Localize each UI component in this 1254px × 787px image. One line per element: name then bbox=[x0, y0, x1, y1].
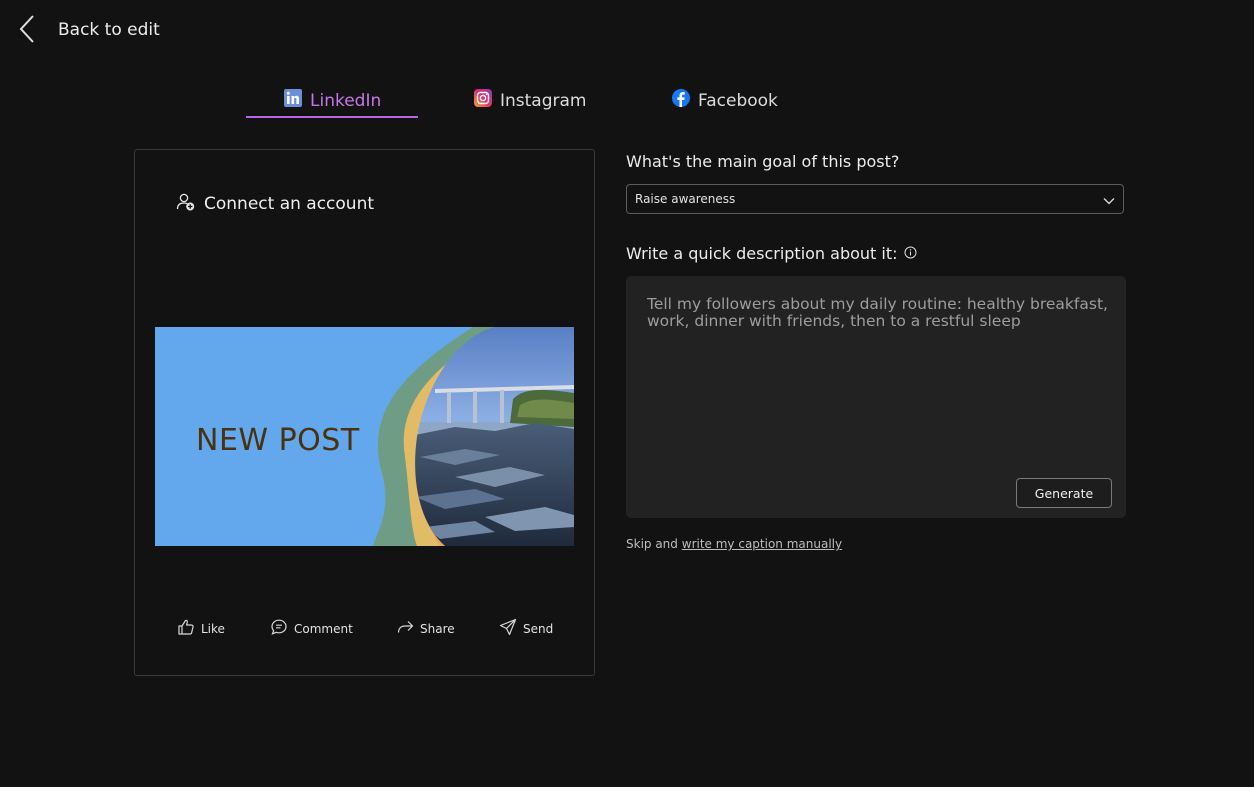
post-actions: Like Comment Share Send bbox=[177, 618, 557, 640]
post-preview-card: Connect an account NEW POST Like Comment… bbox=[134, 149, 595, 676]
facebook-icon bbox=[672, 89, 690, 107]
tab-label: Facebook bbox=[698, 91, 778, 111]
connect-account-button[interactable]: Connect an account bbox=[176, 192, 374, 216]
send-icon bbox=[499, 618, 517, 639]
tab-label: Instagram bbox=[500, 91, 587, 111]
comment-icon bbox=[270, 618, 288, 639]
info-icon[interactable] bbox=[904, 244, 917, 263]
description-textarea[interactable]: Tell my followers about my daily routine… bbox=[626, 276, 1126, 518]
platform-tabs: LinkedIn Instagram Facebook bbox=[246, 84, 806, 120]
send-button[interactable]: Send bbox=[499, 618, 553, 639]
connect-account-label: Connect an account bbox=[204, 194, 375, 214]
like-button[interactable]: Like bbox=[177, 618, 225, 639]
skip-row: Skip and write my caption manually bbox=[626, 537, 842, 551]
chevron-down-icon bbox=[1103, 190, 1115, 209]
description-label-row: Write a quick description about it: bbox=[626, 244, 917, 263]
share-icon bbox=[396, 618, 414, 639]
send-label: Send bbox=[523, 621, 554, 636]
goal-select-value: Raise awareness bbox=[635, 192, 736, 206]
tab-facebook[interactable]: Facebook bbox=[672, 84, 778, 118]
comment-label: Comment bbox=[294, 621, 353, 636]
linkedin-icon bbox=[284, 89, 302, 107]
generate-button[interactable]: Generate bbox=[1016, 478, 1112, 508]
tab-linkedin[interactable]: LinkedIn bbox=[284, 84, 381, 118]
active-tab-indicator bbox=[246, 116, 418, 118]
back-label: Back to edit bbox=[58, 20, 160, 40]
chevron-left-icon bbox=[18, 14, 36, 44]
comment-button[interactable]: Comment bbox=[270, 618, 353, 639]
skip-prefix: Skip and bbox=[626, 537, 678, 551]
tab-instagram[interactable]: Instagram bbox=[474, 84, 587, 118]
back-to-edit-button[interactable]: Back to edit bbox=[18, 14, 160, 44]
description-text: Tell my followers about my daily routine… bbox=[647, 295, 1108, 330]
share-label: Share bbox=[420, 621, 455, 636]
description-label: Write a quick description about it: bbox=[626, 244, 898, 263]
share-button[interactable]: Share bbox=[396, 618, 455, 639]
goal-select[interactable]: Raise awareness bbox=[626, 184, 1124, 214]
tab-label: LinkedIn bbox=[310, 91, 382, 111]
add-account-icon bbox=[176, 192, 196, 216]
goal-label: What's the main goal of this post? bbox=[626, 152, 900, 171]
post-image: NEW POST bbox=[155, 327, 574, 546]
like-label: Like bbox=[201, 621, 225, 636]
instagram-icon bbox=[474, 89, 492, 107]
post-image-title: NEW POST bbox=[196, 423, 360, 458]
like-icon bbox=[177, 618, 195, 639]
write-caption-manually-link[interactable]: write my caption manually bbox=[682, 537, 842, 551]
